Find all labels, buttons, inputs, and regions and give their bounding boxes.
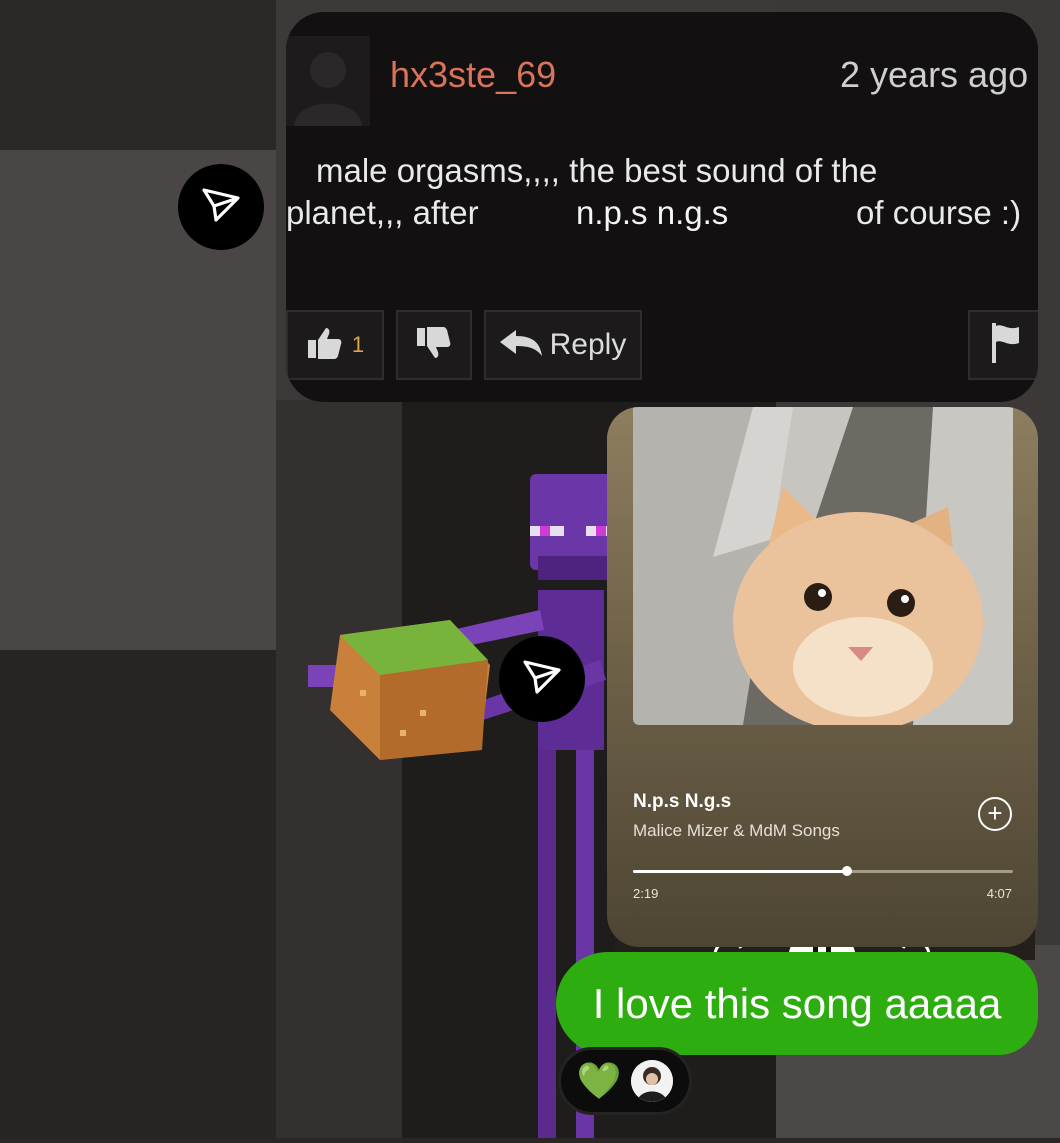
plus-circle-icon[interactable]: + (978, 797, 1012, 831)
progress-fill (633, 870, 847, 873)
comment-line: planet,,, after (286, 194, 479, 231)
comment-line: male orgasms,,,, the best sound of the (316, 152, 878, 189)
background-tile (0, 0, 276, 150)
music-player-card[interactable]: N.p.s N.g.s Malice Mizer & MdM Songs + 2… (607, 407, 1038, 947)
comment-card: hx3ste_69 2 years ago male orgasms,,,, t… (286, 12, 1038, 402)
paper-plane-icon (521, 656, 563, 703)
comment-avatar (286, 36, 370, 126)
time-total: 4:07 (986, 886, 1012, 901)
green-heart-icon: 💚 (576, 1060, 622, 1101)
message-text: I love this song aaaaa (592, 979, 1002, 1027)
album-art (633, 407, 1013, 725)
progress-knob[interactable] (841, 866, 852, 876)
message-bubble[interactable]: I love this song aaaaa (556, 952, 1038, 1055)
reply-arrow-icon (499, 329, 542, 361)
flag-button[interactable] (968, 310, 1038, 380)
comment-highlight: n.p.s n.g.s (576, 194, 729, 231)
background-tile (0, 650, 276, 1138)
time-elapsed: 2:19 (633, 886, 659, 901)
dislike-button[interactable] (396, 310, 472, 380)
reply-label: Reply (549, 328, 627, 361)
like-button[interactable]: 1 (286, 310, 384, 380)
comment-timestamp: 2 years ago (840, 54, 1029, 95)
comment-username[interactable]: hx3ste_69 (390, 54, 556, 96)
like-count: 1 (351, 332, 365, 357)
comment-line: of course :) (856, 194, 1022, 231)
reply-button[interactable]: Reply (484, 310, 642, 380)
avatar (631, 1060, 674, 1102)
paper-plane-icon (200, 184, 242, 231)
thumbs-down-icon (415, 326, 453, 365)
share-button[interactable] (499, 636, 585, 722)
thumbs-up-icon (306, 326, 344, 365)
flag-icon (989, 322, 1021, 368)
song-artist: Malice Mizer & MdM Songs (633, 821, 840, 840)
progress-bar[interactable] (633, 866, 1013, 876)
reactions-pill[interactable]: 💚 (558, 1047, 692, 1115)
share-button[interactable] (178, 164, 264, 250)
song-title: N.p.s N.g.s (633, 791, 732, 812)
